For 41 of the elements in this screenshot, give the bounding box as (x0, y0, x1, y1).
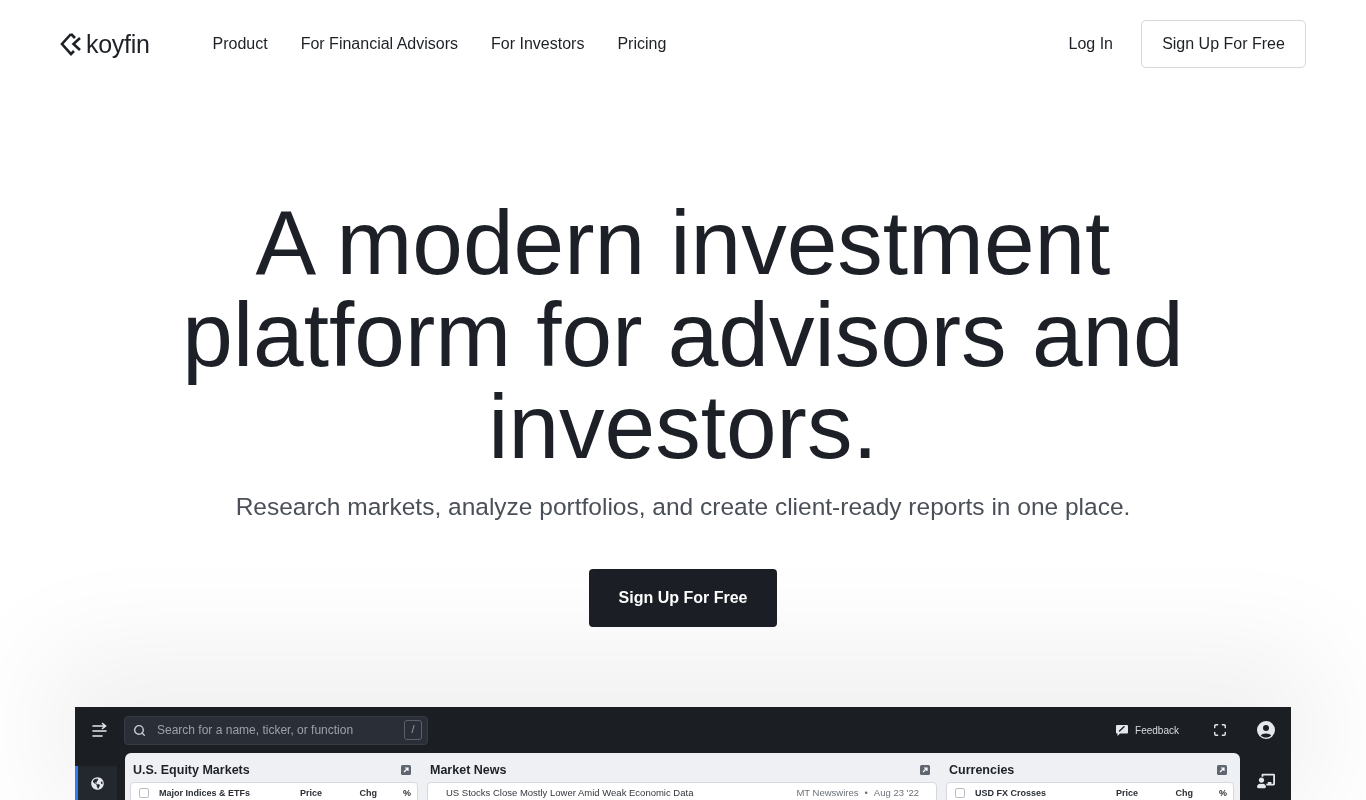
shortcut-key: / (404, 719, 422, 740)
nav-link[interactable]: Product (212, 34, 268, 54)
nav-link[interactable]: For Financial Advisors (300, 34, 459, 54)
login-link[interactable]: Log In (1068, 34, 1113, 54)
column-header: % (402, 788, 411, 798)
column-header: Price (298, 788, 322, 798)
hero-headline: A modern investment platform for advisors and investors. (181, 197, 1185, 473)
checkbox[interactable] (955, 788, 965, 798)
logo-icon[interactable] (60, 32, 82, 56)
panel-title: U.S. Equity Markets (133, 762, 250, 778)
presentation-icon[interactable] (1256, 772, 1275, 790)
news-source: MT Newswires (796, 788, 859, 798)
meta-separator: • (864, 788, 868, 798)
user-avatar-icon[interactable] (1257, 721, 1275, 739)
sidebar-item[interactable] (75, 766, 117, 800)
checkbox[interactable] (139, 788, 149, 798)
column-header: Price (1114, 788, 1138, 798)
column-header: USD FX Crosses (975, 788, 1048, 798)
cta-button[interactable]: Sign Up For Free (589, 569, 777, 627)
globe-icon (91, 776, 104, 790)
hero-subtitle: Research markets, analyze portfolios, and create client-ready reports in one place. (235, 492, 1131, 522)
expand-icon[interactable] (1217, 765, 1227, 775)
feedback-button[interactable]: Feedback (1116, 722, 1179, 738)
column-header: Chg (1174, 788, 1193, 798)
panel-title: Currencies (949, 762, 1015, 778)
comment-edit-icon[interactable] (1116, 724, 1129, 736)
nav-link[interactable]: For Investors (491, 34, 585, 54)
signup-button[interactable]: Sign Up For Free (1141, 20, 1306, 68)
news-headline[interactable]: US Stocks Close Mostly Lower Amid Weak Economic Data (446, 788, 797, 798)
fullscreen-icon[interactable] (1213, 723, 1227, 737)
expand-icon[interactable] (920, 765, 930, 775)
column-header: Major Indices & ETFs (159, 788, 252, 798)
panel-title: Market News (430, 762, 507, 778)
column-header: % (1218, 788, 1227, 798)
column-header: Chg (358, 788, 377, 798)
search-icon (133, 723, 146, 737)
news-date: Aug 23 '22 (873, 788, 919, 798)
brand-name[interactable]: koyfin (86, 30, 150, 58)
expand-icon[interactable] (401, 765, 411, 775)
menu-icon[interactable] (92, 722, 109, 738)
nav-link[interactable]: Pricing (617, 34, 667, 54)
